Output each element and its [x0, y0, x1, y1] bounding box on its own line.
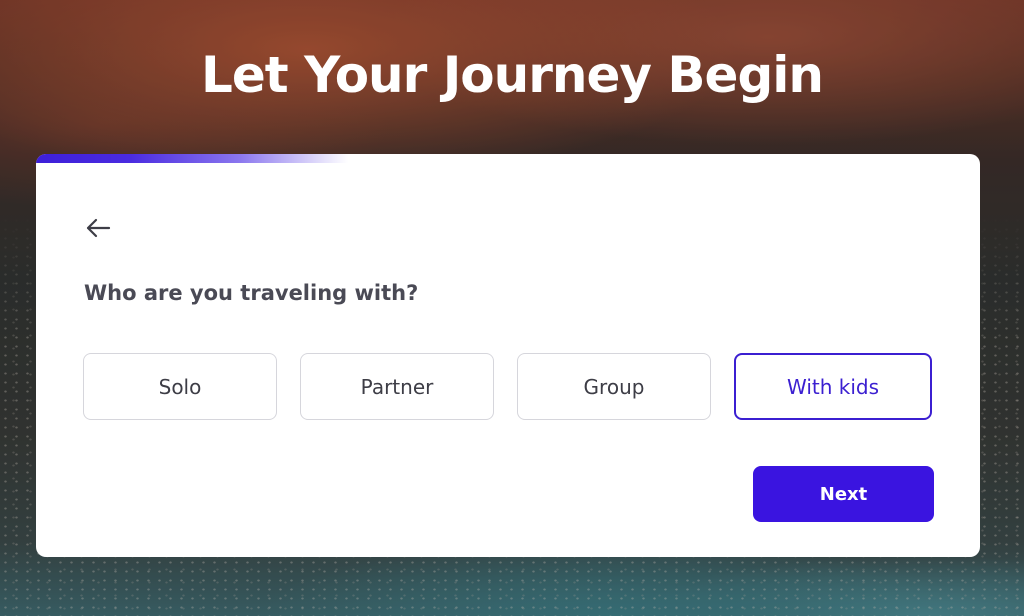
hero-title: Let Your Journey Begin	[201, 46, 824, 104]
option-group[interactable]: Group	[517, 353, 711, 420]
progress-bar-fill	[36, 154, 348, 163]
option-solo[interactable]: Solo	[83, 353, 277, 420]
option-label: Solo	[158, 374, 202, 399]
next-button[interactable]: Next	[753, 466, 934, 522]
option-with-kids[interactable]: With kids	[734, 353, 932, 420]
arrow-left-icon	[85, 217, 111, 239]
back-button[interactable]	[80, 210, 116, 246]
wizard-card: Who are you traveling with? Solo Partner…	[36, 154, 980, 557]
option-label: Group	[583, 374, 645, 399]
progress-bar	[36, 154, 980, 163]
option-label: Partner	[360, 374, 434, 399]
option-label: With kids	[786, 374, 880, 399]
question-heading: Who are you traveling with?	[84, 281, 419, 305]
option-partner[interactable]: Partner	[300, 353, 494, 420]
travel-companion-options: Solo Partner Group With kids	[83, 353, 932, 420]
page: Let Your Journey Begin Who are you trave…	[0, 0, 1024, 616]
